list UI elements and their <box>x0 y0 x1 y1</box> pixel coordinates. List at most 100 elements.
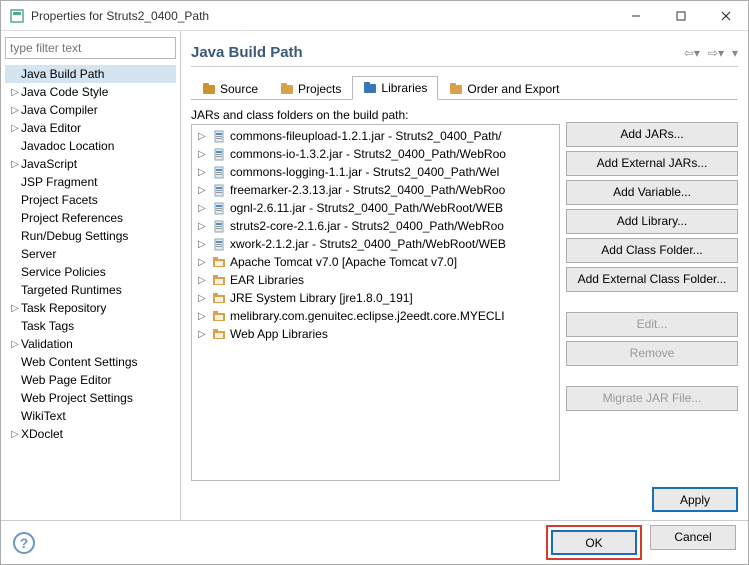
tree-item[interactable]: Project References <box>5 209 176 227</box>
tree-item-label: WikiText <box>21 409 66 423</box>
tree-item[interactable]: Web Project Settings <box>5 389 176 407</box>
expand-icon[interactable]: ▷ <box>198 167 208 178</box>
expand-icon[interactable]: ▷ <box>198 329 208 340</box>
tree-item[interactable]: ▷JavaScript <box>5 155 176 173</box>
add-external-jars-button[interactable]: Add External JARs... <box>566 151 738 176</box>
edit-button[interactable]: Edit... <box>566 312 738 337</box>
add-variable-button[interactable]: Add Variable... <box>566 180 738 205</box>
tab-order[interactable]: Order and Export <box>438 77 570 100</box>
expand-icon[interactable]: ▷ <box>198 149 208 160</box>
tab-projects[interactable]: Projects <box>269 77 352 100</box>
tree-item[interactable]: ▷Task Repository <box>5 299 176 317</box>
library-item-label: xwork-2.1.2.jar - Struts2_0400_Path/WebR… <box>230 237 506 251</box>
expand-icon[interactable]: ▷ <box>198 275 208 286</box>
back-icon[interactable]: ⇦▾ <box>684 46 700 60</box>
left-pane: Java Build Path ▷Java Code Style▷Java Com… <box>1 31 181 520</box>
close-button[interactable] <box>703 1 748 30</box>
library-item[interactable]: ▷commons-io-1.3.2.jar - Struts2_0400_Pat… <box>194 145 557 163</box>
jar-icon <box>212 237 226 251</box>
add-jars-button[interactable]: Add JARs... <box>566 122 738 147</box>
ok-button[interactable]: OK <box>551 530 637 555</box>
tree-item[interactable]: Java Build Path <box>5 65 176 83</box>
tree-item-label: JavaScript <box>21 157 77 171</box>
tree-item-label: XDoclet <box>21 427 63 441</box>
library-item[interactable]: ▷struts2-core-2.1.6.jar - Struts2_0400_P… <box>194 217 557 235</box>
tree-item[interactable]: ▷Validation <box>5 335 176 353</box>
library-item-label: Apache Tomcat v7.0 [Apache Tomcat v7.0] <box>230 255 457 269</box>
tab-label: Order and Export <box>467 82 559 96</box>
library-item[interactable]: ▷ commons-fileupload-1.2.1.jar - Struts2_… <box>194 127 557 145</box>
category-tree[interactable]: Java Build Path ▷Java Code Style▷Java Com… <box>5 63 176 516</box>
tree-item[interactable]: ▷Java Compiler <box>5 101 176 119</box>
minimize-button[interactable] <box>613 1 658 30</box>
add-library-button[interactable]: Add Library... <box>566 209 738 234</box>
tree-item[interactable]: Targeted Runtimes <box>5 281 176 299</box>
expand-icon[interactable]: ▷ <box>198 311 208 322</box>
tree-item[interactable]: Javadoc Location <box>5 137 176 155</box>
expand-icon[interactable]: ▷ <box>198 131 208 142</box>
jar-icon <box>212 165 226 179</box>
tree-item-label: Service Policies <box>21 265 106 279</box>
libraries-list[interactable]: ▷ commons-fileupload-1.2.1.jar - Struts2_… <box>191 124 560 481</box>
tree-item[interactable]: Server <box>5 245 176 263</box>
library-item[interactable]: ▷freemarker-2.3.13.jar - Struts2_0400_Pa… <box>194 181 557 199</box>
expand-icon[interactable]: ▷ <box>9 87 21 98</box>
tree-item-label: Java Build Path <box>21 67 104 81</box>
filter-input[interactable] <box>5 37 176 59</box>
tree-item[interactable]: Run/Debug Settings <box>5 227 176 245</box>
tab-source[interactable]: Source <box>191 77 269 100</box>
tree-item[interactable]: Web Page Editor <box>5 371 176 389</box>
library-item[interactable]: ▷ xwork-2.1.2.jar - Struts2_0400_Path/Web… <box>194 235 557 253</box>
tree-item[interactable]: Service Policies <box>5 263 176 281</box>
expand-icon[interactable]: ▷ <box>9 303 21 314</box>
apply-button[interactable]: Apply <box>652 487 738 512</box>
help-icon[interactable]: ? <box>13 532 35 554</box>
tree-item[interactable]: JSP Fragment <box>5 173 176 191</box>
library-item[interactable]: ▷commons-logging-1.1.jar - Struts2_0400_… <box>194 163 557 181</box>
right-pane: Java Build Path ⇦▾ ⇨▾ ▾ SourceProjectsLi… <box>181 31 748 520</box>
library-item-label: commons-fileupload-1.2.1.jar - Struts2_0… <box>230 129 501 143</box>
library-item[interactable]: ▷JRE System Library [jre1.8.0_191] <box>194 289 557 307</box>
expand-icon[interactable]: ▷ <box>198 221 208 232</box>
window-icon <box>9 8 25 24</box>
library-item[interactable]: ▷melibrary.com.genuitec.eclipse.j2eedt.c… <box>194 307 557 325</box>
expand-icon[interactable]: ▷ <box>9 429 21 440</box>
tree-item[interactable]: ▷Java Editor <box>5 119 176 137</box>
expand-icon[interactable]: ▷ <box>198 293 208 304</box>
libraries-icon <box>363 81 377 95</box>
forward-icon[interactable]: ⇨▾ <box>708 46 724 60</box>
library-item[interactable]: ▷Web App Libraries <box>194 325 557 343</box>
expand-icon[interactable]: ▷ <box>198 257 208 268</box>
maximize-button[interactable] <box>658 1 703 30</box>
expand-icon[interactable]: ▷ <box>198 239 208 250</box>
jar-icon <box>212 147 226 161</box>
tree-item-label: Project Facets <box>21 193 98 207</box>
tree-item[interactable]: WikiText <box>5 407 176 425</box>
library-item[interactable]: ▷ Apache Tomcat v7.0 [Apache Tomcat v7.0] <box>194 253 557 271</box>
library-item[interactable]: ▷EAR Libraries <box>194 271 557 289</box>
expand-icon[interactable]: ▷ <box>9 159 21 170</box>
add-external-class-folder-button[interactable]: Add External Class Folder... <box>566 267 738 292</box>
tree-item[interactable]: Web Content Settings <box>5 353 176 371</box>
menu-icon[interactable]: ▾ <box>732 46 738 60</box>
tree-item-label: Run/Debug Settings <box>21 229 128 243</box>
tree-item[interactable]: Task Tags <box>5 317 176 335</box>
expand-icon[interactable]: ▷ <box>9 123 21 134</box>
tree-item[interactable]: Project Facets <box>5 191 176 209</box>
expand-icon[interactable]: ▷ <box>198 185 208 196</box>
window-title: Properties for Struts2_0400_Path <box>31 9 209 23</box>
tree-item[interactable]: ▷Java Code Style <box>5 83 176 101</box>
jar-icon <box>212 183 226 197</box>
migrate-jar-button[interactable]: Migrate JAR File... <box>566 386 738 411</box>
expand-icon[interactable]: ▷ <box>198 203 208 214</box>
library-item[interactable]: ▷ognl-2.6.11.jar - Struts2_0400_Path/Web… <box>194 199 557 217</box>
expand-icon[interactable]: ▷ <box>9 105 21 116</box>
add-class-folder-button[interactable]: Add Class Folder... <box>566 238 738 263</box>
tab-label: Projects <box>298 82 341 96</box>
tab-libraries[interactable]: Libraries <box>352 76 438 100</box>
cancel-button[interactable]: Cancel <box>650 525 736 550</box>
tree-item[interactable]: ▷XDoclet <box>5 425 176 443</box>
remove-button[interactable]: Remove <box>566 341 738 366</box>
expand-icon[interactable]: ▷ <box>9 339 21 350</box>
tab-label: Source <box>220 82 258 96</box>
